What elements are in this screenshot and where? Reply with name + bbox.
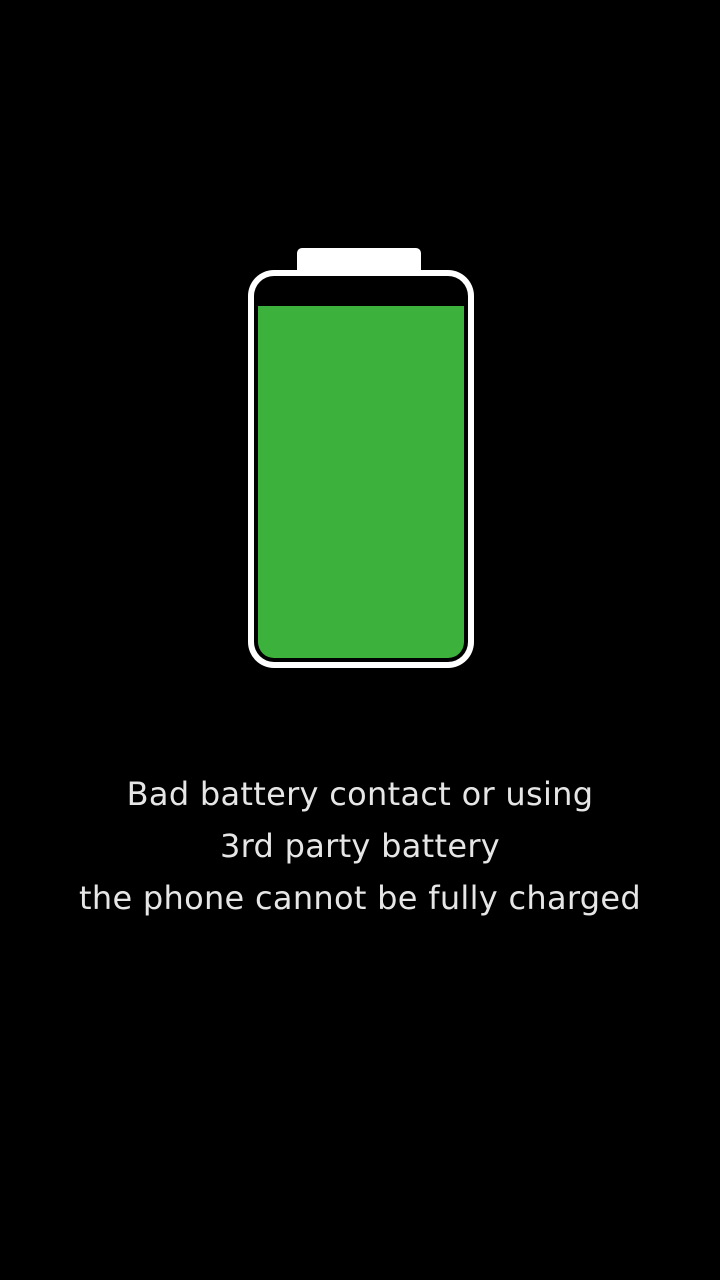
message-line: Bad battery contact or using [126,775,594,813]
battery-level-fill [258,306,464,658]
battery-inner [254,276,468,662]
message-line: the phone cannot be fully charged [79,879,641,917]
charging-screen: Bad battery contact or using 3rd party b… [0,0,720,1280]
battery-body [248,270,474,668]
battery-icon [248,248,474,668]
battery-warning-message: Bad battery contact or using 3rd party b… [0,768,720,924]
message-line: 3rd party battery [219,827,501,865]
